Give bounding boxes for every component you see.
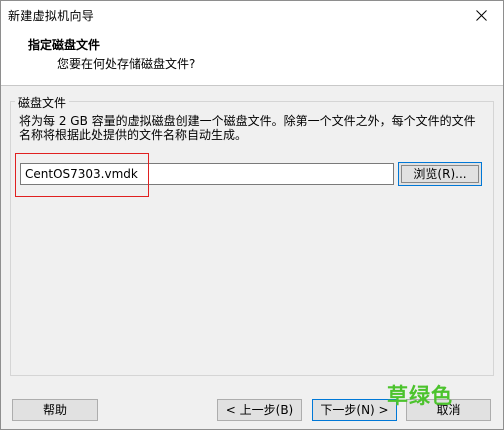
wizard-header: 指定磁盘文件 您要在何处存储磁盘文件? — [1, 29, 503, 86]
group-description: 将为每 2 GB 容量的虚拟磁盘创建一个磁盘文件。除第一个文件之外，每个文件的文… — [19, 114, 476, 142]
group-legend: 磁盘文件 — [15, 94, 70, 111]
title-bar: 新建虚拟机向导 — [1, 1, 503, 29]
disk-file-group: 磁盘文件 将为每 2 GB 容量的虚拟磁盘创建一个磁盘文件。除第一个文件之外，每… — [10, 94, 494, 376]
cancel-button[interactable]: 取消 — [406, 399, 491, 421]
new-vm-wizard-window: 新建虚拟机向导 指定磁盘文件 您要在何处存储磁盘文件? 磁盘文件 将为每 2 G… — [0, 0, 504, 430]
back-button[interactable]: < 上一步(B) — [217, 399, 302, 421]
close-button[interactable] — [459, 1, 503, 29]
next-button[interactable]: 下一步(N) > — [312, 399, 397, 421]
page-subtitle: 您要在何处存储磁盘文件? — [57, 57, 196, 71]
window-title: 新建虚拟机向导 — [8, 9, 95, 23]
page-title: 指定磁盘文件 — [28, 38, 101, 52]
help-button[interactable]: 帮助 — [12, 399, 98, 421]
disk-file-name-input[interactable] — [20, 163, 394, 185]
browse-button[interactable]: 浏览(R)... — [398, 162, 482, 186]
close-icon — [475, 9, 487, 21]
